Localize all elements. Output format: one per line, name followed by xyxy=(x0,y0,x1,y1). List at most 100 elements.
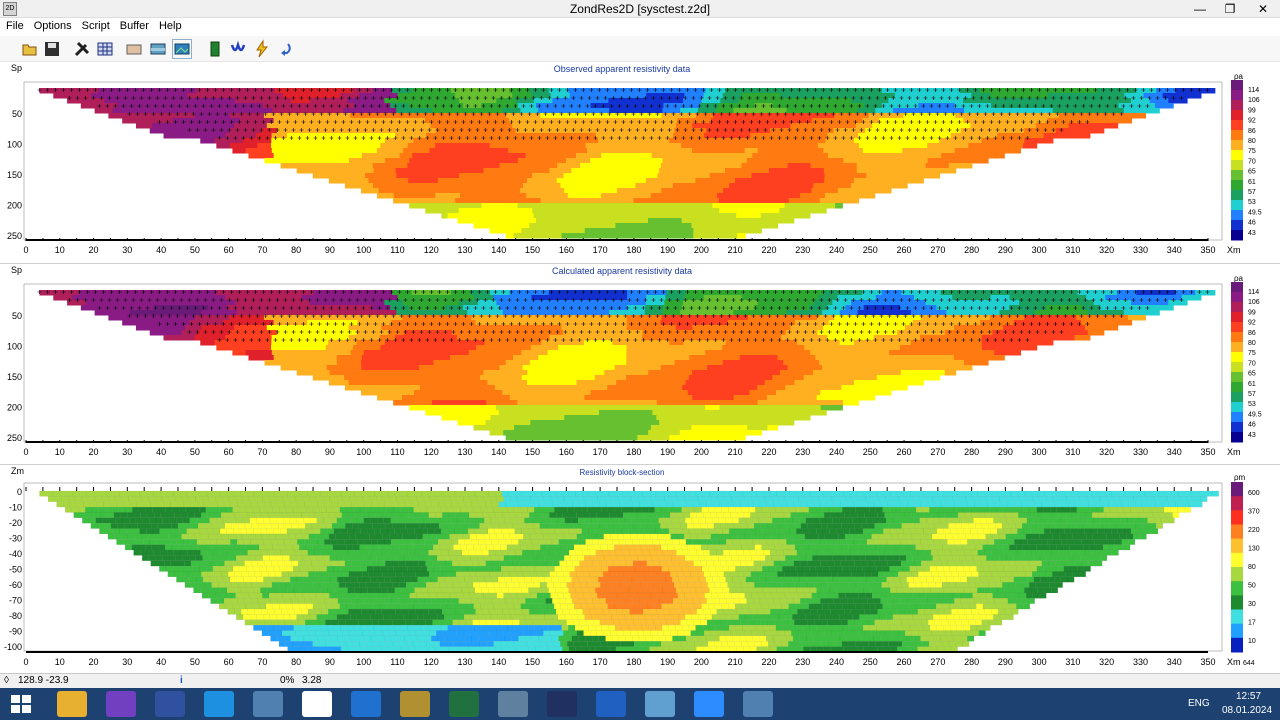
pseudosection-cell xyxy=(462,198,472,204)
model-icon[interactable] xyxy=(124,39,144,59)
lightning-icon[interactable] xyxy=(252,39,272,59)
pseudosection-cell xyxy=(598,228,604,234)
pseudosection-cell xyxy=(731,148,746,154)
pseudosection-cell xyxy=(484,340,500,346)
pseudosection-cell xyxy=(950,335,967,341)
pseudosection-cell xyxy=(568,163,581,169)
pseudosection-cell xyxy=(827,355,842,361)
pseudosection-cell xyxy=(513,385,524,391)
pseudosection-cell xyxy=(503,345,518,351)
pseudosection-cell xyxy=(200,138,216,144)
open-icon[interactable] xyxy=(20,39,40,59)
pseudosection-cell xyxy=(693,213,700,219)
menu-help[interactable]: Help xyxy=(153,18,186,32)
pseudosection-cell xyxy=(532,183,543,189)
pseudosection-cell xyxy=(747,430,753,436)
pseudosection-cell xyxy=(721,223,728,229)
pseudosection-cell xyxy=(738,330,755,336)
menu-script[interactable]: Script xyxy=(76,18,114,32)
observed-data-plot[interactable]: Observed apparent resistivity dataSp5010… xyxy=(0,62,1280,262)
pseudosection-cell xyxy=(675,430,681,436)
pseudosection-cell xyxy=(602,360,615,366)
pseudosection-cell xyxy=(137,290,158,296)
pseudosection-cell xyxy=(580,163,593,169)
pseudosection-cell xyxy=(587,350,601,356)
pseudosection-cell xyxy=(675,380,687,386)
pseudosection-cell xyxy=(626,158,639,164)
tools-icon[interactable] xyxy=(72,39,92,59)
pseudosection-cell xyxy=(858,193,867,199)
pseudosection-cell xyxy=(858,395,867,401)
pseudosection-cell xyxy=(484,193,494,199)
menu-options[interactable]: Options xyxy=(28,18,76,32)
pseudosection-cell xyxy=(338,163,351,169)
pseudosection-cell xyxy=(530,228,536,234)
pseudosection-cell xyxy=(980,118,998,124)
pseudosection-cell xyxy=(692,193,702,199)
pseudosection-cell xyxy=(810,350,825,356)
save-icon[interactable] xyxy=(42,39,62,59)
pseudosection-cell xyxy=(715,310,734,316)
pseudosection-cell xyxy=(376,148,391,154)
pseudosection-cell xyxy=(559,320,577,326)
battery-icon[interactable] xyxy=(205,39,225,59)
pseudosection-cell xyxy=(548,430,554,436)
pseudosection-cell xyxy=(517,305,537,311)
pseudosection-cell xyxy=(1009,143,1024,149)
pseudosection-cell xyxy=(788,218,795,224)
pseudosection-cell xyxy=(944,300,964,306)
close-icon[interactable]: ✕ xyxy=(1246,0,1280,18)
section-icon[interactable] xyxy=(148,39,168,59)
pseudosection-cell xyxy=(1175,88,1196,94)
pseudosection-cell xyxy=(363,148,378,154)
restore-icon[interactable]: ❐ xyxy=(1216,0,1244,18)
pseudosection-cell xyxy=(671,223,677,229)
pseudosection-cell xyxy=(396,108,415,114)
pseudosection-cell xyxy=(594,198,604,204)
pseudosection-cell xyxy=(660,320,678,326)
pseudosection-cell xyxy=(596,405,605,411)
pseudosection-cell xyxy=(768,340,784,346)
pseudosection-cell xyxy=(569,223,576,229)
pseudosection-cell xyxy=(571,400,580,406)
inversion-icon[interactable] xyxy=(229,39,249,59)
pseudosection-cell xyxy=(963,300,983,306)
pseudosection-cell xyxy=(217,325,235,331)
pseudosection-cell xyxy=(424,355,439,361)
pseudosection-cell xyxy=(459,415,467,421)
pseudosection-cell xyxy=(532,410,540,416)
pseudosection-cell xyxy=(493,158,507,164)
pseudosection-cell xyxy=(700,385,711,391)
pseudosection-cell xyxy=(855,325,873,331)
undo-icon[interactable] xyxy=(276,39,296,59)
pseudosection-cell xyxy=(849,148,864,154)
minimize-icon[interactable]: — xyxy=(1186,0,1214,18)
pseudosection-cell xyxy=(515,213,522,219)
pseudosection-cell xyxy=(782,218,789,224)
pseudosection-cell xyxy=(953,325,971,331)
calculated-data-plot[interactable]: Calculated apparent resistivity dataSp50… xyxy=(0,264,1280,464)
pseudosection-cell xyxy=(547,350,562,356)
pseudosection-cell xyxy=(853,340,869,346)
pseudosection-cell xyxy=(476,193,486,199)
pseudosection-cell xyxy=(687,400,697,406)
pseudosection-cell xyxy=(439,198,449,204)
pseudosection-cell xyxy=(741,295,762,301)
pseudosection-cell xyxy=(388,178,399,184)
pseudosection-cell xyxy=(1112,98,1132,104)
pseudosection-cell xyxy=(546,203,555,209)
menu-file[interactable]: File xyxy=(0,18,28,32)
pseudosection-cell xyxy=(697,435,702,441)
pseudosection-cell xyxy=(441,335,458,341)
pseudosection-cell xyxy=(359,295,380,301)
pseudosection-cell xyxy=(487,133,504,139)
pseudosection-cell xyxy=(897,173,909,179)
x-tick-label: 130 xyxy=(458,245,473,255)
pseudosection-cell xyxy=(348,360,362,366)
image-icon[interactable] xyxy=(172,39,192,59)
pseudosection-cell xyxy=(643,430,649,436)
table-icon[interactable] xyxy=(95,39,115,59)
pseudosection-cell xyxy=(511,390,521,396)
menu-buffer[interactable]: Buffer xyxy=(114,18,153,32)
pseudosection-cell xyxy=(1009,295,1030,301)
